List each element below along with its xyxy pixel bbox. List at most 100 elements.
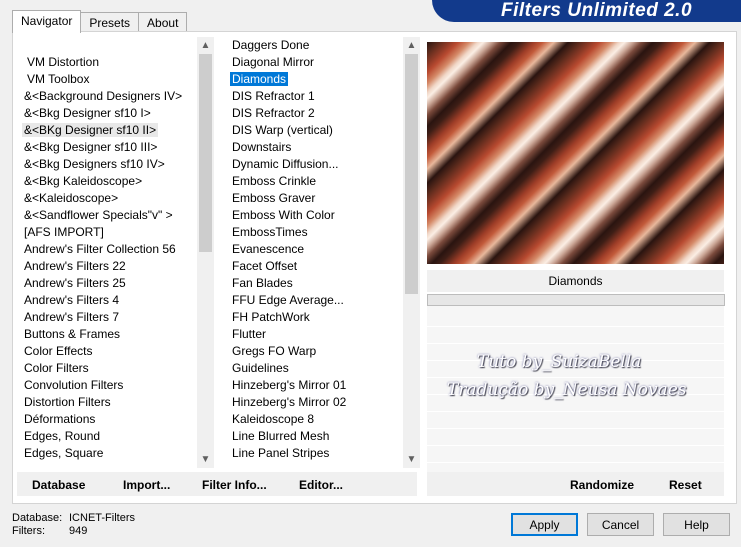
apply-button[interactable]: Apply [511, 513, 578, 536]
database-button[interactable]: Database [32, 478, 85, 492]
filter-list-item[interactable]: Kaleidoscope 8 [230, 411, 402, 428]
category-list-item[interactable]: &<Sandflower Specials"v" > [22, 207, 196, 224]
filter-list-item[interactable]: Gregs FO Warp [230, 343, 402, 360]
filter-list-item[interactable]: Line Blurred Mesh [230, 428, 402, 445]
category-list-item[interactable]: Convolution Filters [22, 377, 196, 394]
category-list-item[interactable]: Déformations [22, 411, 196, 428]
watermark-line-1: Tuto by_SuizaBella [477, 352, 642, 372]
category-list-item[interactable]: Andrew's Filter Collection 56 [22, 241, 196, 258]
scroll-up-icon[interactable]: ▲ [197, 37, 214, 54]
filter-label: Emboss With Color [232, 208, 335, 222]
filter-list-item[interactable]: EmbossTimes [230, 224, 402, 241]
filter-list-item[interactable]: Flutter [230, 326, 402, 343]
category-list-item[interactable]: Color Effects [22, 343, 196, 360]
scroll-thumb[interactable] [199, 54, 212, 252]
filter-label: Facet Offset [232, 259, 298, 273]
category-label: &<Bkg Designer sf10 I> [24, 106, 151, 120]
filter-list-item[interactable]: Evanescence [230, 241, 402, 258]
filter-label: Downstairs [232, 140, 292, 154]
filter-list[interactable]: Daggers Done Diagonal Mirror Diamonds DIS R… [230, 37, 402, 468]
category-label: Color Effects [24, 344, 93, 358]
category-label: VM Distortion [27, 55, 100, 69]
filter-list-item[interactable]: Hinzeberg's Mirror 01 [230, 377, 402, 394]
filter-list-item[interactable]: Hinzeberg's Mirror 02 [230, 394, 402, 411]
filter-list-item[interactable]: FFU Edge Average... [230, 292, 402, 309]
filter-list-item[interactable]: Line Panel Stripes [230, 445, 402, 462]
filters-count-label: Filters: [12, 525, 45, 537]
category-list-item[interactable]: &<Bkg Designer sf10 III> [22, 139, 196, 156]
category-label: Andrew's Filters 7 [24, 310, 119, 324]
filter-label: Line Blurred Mesh [232, 429, 330, 443]
reset-button[interactable]: Reset [669, 478, 702, 492]
filter-list-item[interactable]: Diamonds [230, 71, 402, 88]
category-label: &<Kaleidoscope> [24, 191, 119, 205]
divider [427, 462, 724, 463]
category-list-item[interactable]: &<Bkg Designers sf10 IV> [22, 156, 196, 173]
watermark-line-2: Tradução by_Neusa Novaes [447, 380, 687, 400]
category-label: &<Sandflower Specials"v" > [24, 208, 173, 222]
category-list-item[interactable]: VM Distortion [22, 54, 196, 71]
cancel-button[interactable]: Cancel [587, 513, 654, 536]
tab-navigator[interactable]: Navigator [12, 10, 82, 33]
category-list-item[interactable]: Distortion Filters [22, 394, 196, 411]
category-list-item[interactable]: [AFS IMPORT] [22, 224, 196, 241]
scroll-down-icon[interactable]: ▼ [197, 451, 214, 468]
category-list-item[interactable]: Andrew's Filters 4 [22, 292, 196, 309]
filter-list-item[interactable]: Fan Blades [230, 275, 402, 292]
filter-list-item[interactable]: Facet Offset [230, 258, 402, 275]
import-button[interactable]: Import... [123, 478, 170, 492]
category-list[interactable]: VM Distortion VM Toolbox &<Background Desi… [22, 54, 196, 468]
category-list-item[interactable]: Edges, Square [22, 445, 196, 462]
filter-label: DIS Warp (vertical) [232, 123, 333, 137]
filter-label: Dynamic Diffusion... [232, 157, 339, 171]
category-label: Andrew's Filters 4 [24, 293, 119, 307]
category-list-item[interactable]: Edges, Round [22, 428, 196, 445]
filter-list-item[interactable]: Emboss With Color [230, 207, 402, 224]
filter-list-item[interactable]: DIS Warp (vertical) [230, 122, 402, 139]
app-title-banner: Filters Unlimited 2.0 [432, 0, 741, 22]
category-list-item[interactable]: Andrew's Filters 25 [22, 275, 196, 292]
tab-about[interactable]: About [138, 12, 188, 33]
category-list-item[interactable]: Color Filters [22, 360, 196, 377]
category-label: [AFS IMPORT] [24, 225, 104, 239]
scroll-up-icon[interactable]: ▲ [403, 37, 420, 54]
filter-list-item[interactable]: FH PatchWork [230, 309, 402, 326]
divider [427, 326, 724, 327]
parameter-area [427, 306, 724, 496]
category-list-item[interactable]: VM Toolbox [22, 71, 196, 88]
filter-list-item[interactable]: Downstairs [230, 139, 402, 156]
filter-info-button[interactable]: Filter Info... [202, 478, 267, 492]
filter-list-item[interactable]: DIS Refractor 2 [230, 105, 402, 122]
divider [427, 411, 724, 412]
filter-label: Hinzeberg's Mirror 02 [232, 395, 347, 409]
tab-presets[interactable]: Presets [80, 12, 140, 33]
category-list-item[interactable]: &<BKg Designer sf10 II> [22, 122, 196, 139]
category-label: Convolution Filters [24, 378, 124, 392]
filter-label: DIS Refractor 1 [232, 89, 315, 103]
filter-scrollbar[interactable]: ▲ ▼ [403, 37, 420, 468]
category-scrollbar[interactable]: ▲ ▼ [197, 37, 214, 468]
help-button[interactable]: Help [663, 513, 730, 536]
filter-label: Diamonds [230, 72, 289, 86]
filter-label: DIS Refractor 2 [232, 106, 315, 120]
randomize-button[interactable]: Randomize [570, 478, 634, 492]
category-list-item[interactable]: Andrew's Filters 22 [22, 258, 196, 275]
editor-button[interactable]: Editor... [299, 478, 343, 492]
category-list-item[interactable]: &<Kaleidoscope> [22, 190, 196, 207]
scroll-down-icon[interactable]: ▼ [403, 451, 420, 468]
category-list-item[interactable]: &<Bkg Designer sf10 I> [22, 105, 196, 122]
filter-list-item[interactable]: Dynamic Diffusion... [230, 156, 402, 173]
filter-list-item[interactable]: Emboss Graver [230, 190, 402, 207]
tab-bar: Navigator Presets About [12, 10, 188, 33]
filter-list-item[interactable]: Diagonal Mirror [230, 54, 402, 71]
category-list-item[interactable]: Buttons & Frames [22, 326, 196, 343]
category-list-item[interactable]: &<Bkg Kaleidoscope> [22, 173, 196, 190]
progress-bar [427, 294, 725, 306]
scroll-thumb[interactable] [405, 54, 418, 294]
filter-list-item[interactable]: Daggers Done [230, 37, 402, 54]
category-list-item[interactable]: Andrew's Filters 7 [22, 309, 196, 326]
filter-list-item[interactable]: Emboss Crinkle [230, 173, 402, 190]
filter-list-item[interactable]: Guidelines [230, 360, 402, 377]
filter-list-item[interactable]: DIS Refractor 1 [230, 88, 402, 105]
category-list-item[interactable]: &<Background Designers IV> [22, 88, 196, 105]
